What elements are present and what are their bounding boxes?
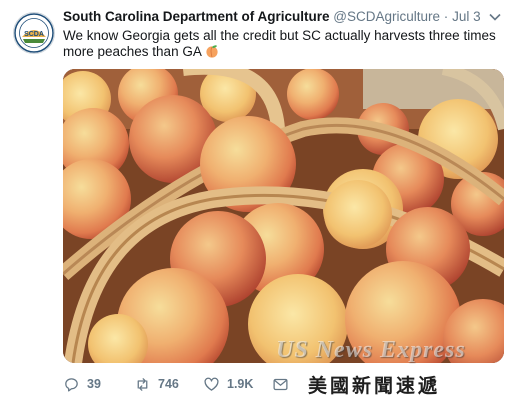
tweet-text: We know Georgia gets all the credit but … bbox=[63, 28, 503, 60]
tweet-actions: 39 746 1.9K bbox=[63, 374, 503, 394]
logo-text: SCDA bbox=[24, 31, 44, 38]
reply-icon bbox=[65, 377, 78, 392]
peaches-photo-icon bbox=[63, 69, 504, 363]
reply-button[interactable]: 39 bbox=[63, 374, 101, 394]
reply-count: 39 bbox=[87, 377, 101, 391]
tweet-header: South Carolina Department of Agriculture… bbox=[63, 9, 484, 27]
tweet-card: SCDA South Carolina Department of Agricu… bbox=[0, 0, 514, 400]
retweet-count: 746 bbox=[158, 377, 179, 391]
account-name[interactable]: South Carolina Department of Agriculture bbox=[63, 9, 330, 24]
peach-emoji-icon bbox=[205, 44, 219, 58]
message-icon bbox=[273, 378, 288, 390]
retweet-button[interactable]: 746 bbox=[134, 374, 179, 394]
account-handle[interactable]: @SCDAgriculture bbox=[333, 9, 440, 24]
tweet-timestamp[interactable]: Jul 3 bbox=[452, 9, 481, 24]
scda-logo-icon: SCDA bbox=[14, 13, 54, 53]
direct-message-button[interactable] bbox=[272, 374, 289, 394]
tweet-body: We know Georgia gets all the credit but … bbox=[63, 28, 496, 59]
like-button[interactable]: 1.9K bbox=[203, 374, 253, 394]
like-count: 1.9K bbox=[227, 377, 254, 391]
separator-dot: · bbox=[443, 9, 449, 24]
caret-down-icon[interactable] bbox=[488, 10, 502, 24]
tweet-photo[interactable] bbox=[63, 69, 504, 363]
retweet-icon bbox=[137, 377, 148, 391]
profile-avatar[interactable]: SCDA bbox=[13, 12, 55, 54]
like-icon bbox=[204, 377, 219, 391]
